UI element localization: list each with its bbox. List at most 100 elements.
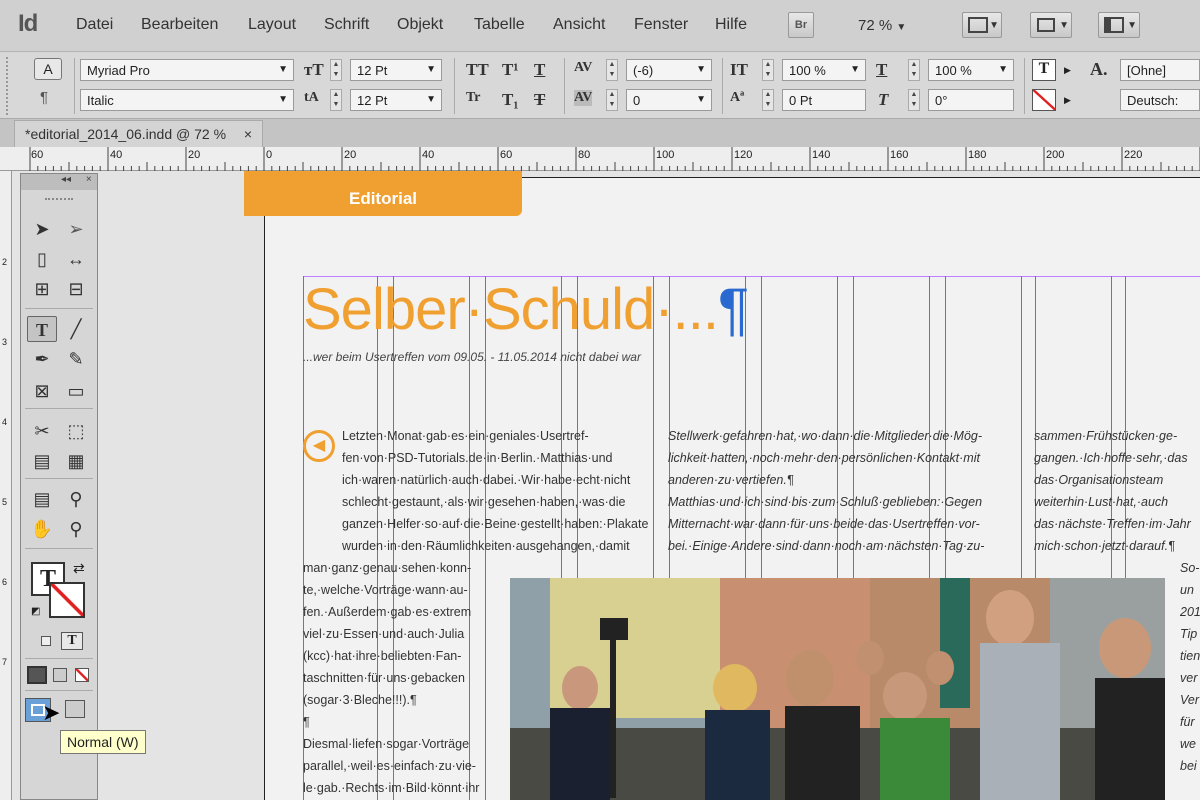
strikethrough-icon[interactable]: T (534, 90, 545, 110)
page-tool-icon[interactable]: ▯ (27, 246, 57, 272)
bridge-button[interactable]: Br (788, 12, 814, 38)
screen-mode-button[interactable]: ▼ (1030, 12, 1072, 38)
tools-panel-header[interactable]: ◂◂ × (21, 174, 97, 190)
stroke-none-swatch[interactable] (1032, 89, 1056, 111)
paragraph-mode-button[interactable]: ¶ (40, 89, 48, 106)
event-photo[interactable] (510, 578, 1165, 800)
free-transform-tool-icon[interactable]: ⬚ (61, 418, 91, 444)
gradient-feather-tool-icon[interactable]: ▦ (61, 448, 91, 474)
leading-input[interactable]: 12 Pt ▼ (350, 89, 442, 111)
vertical-scale-input[interactable]: 100 % ▼ (782, 59, 866, 81)
type-tool-icon[interactable]: T (27, 316, 57, 342)
pencil-tool-icon[interactable]: ✎ (61, 346, 91, 372)
preview-mode-button[interactable] (65, 700, 85, 718)
leading-stepper[interactable]: ▲ ▼ (330, 89, 342, 111)
pilcrow-icon: ¶ (40, 89, 49, 106)
line-tool-icon[interactable]: ╱ (61, 316, 91, 342)
rectangle-frame-tool-icon[interactable]: ⊠ (27, 378, 57, 404)
headline[interactable]: Selber·Schuld·...¶ (303, 276, 749, 343)
vertical-ruler[interactable]: 2 3 4 5 6 7 (0, 171, 12, 800)
menu-hilfe[interactable]: Hilfe (715, 16, 747, 34)
body-column-4[interactable]: So- un 201 Tip tien ver Ver für we bei (1180, 557, 1200, 777)
all-caps-icon[interactable]: TT (466, 60, 489, 80)
kerning-input[interactable]: (-6) ▼ (626, 59, 712, 81)
body-column-3[interactable]: sammen·Frühstücken·ge- gangen.·Ich·hoffe… (1034, 425, 1191, 557)
horizontal-scale-stepper[interactable]: ▲ ▼ (908, 59, 920, 81)
body-column-2[interactable]: Stellwerk·gefahren·hat,·wo·dann·die·Mitg… (668, 425, 984, 557)
photo-illustration (510, 578, 1165, 800)
default-colors-icon[interactable]: ◩ (31, 606, 40, 617)
font-size-input[interactable]: 12 Pt ▼ (350, 59, 442, 81)
close-icon[interactable]: × (86, 174, 92, 185)
kerning-stepper[interactable]: ▲ ▼ (606, 59, 618, 81)
language-select[interactable]: Deutsch: 200 (1120, 89, 1200, 111)
formatting-text-icon[interactable]: T (61, 632, 83, 650)
document-tab[interactable]: *editorial_2014_06.indd @ 72 % × (14, 120, 264, 147)
menu-bearbeiten[interactable]: Bearbeiten (141, 16, 218, 34)
menu-tabelle[interactable]: Tabelle (474, 16, 525, 34)
close-icon[interactable]: × (244, 126, 252, 142)
menu-objekt[interactable]: Objekt (397, 16, 443, 34)
menu-schrift[interactable]: Schrift (324, 16, 369, 34)
hand-tool-icon[interactable]: ✋ (27, 516, 57, 542)
underline-icon[interactable]: T (534, 60, 545, 80)
font-style-select[interactable]: Italic ▼ (80, 89, 294, 111)
chevron-down-icon: ▼ (426, 64, 436, 75)
rectangle-tool-icon[interactable]: ▭ (61, 378, 91, 404)
apply-gradient-icon[interactable] (53, 668, 67, 682)
character-mode-button[interactable]: A (34, 58, 62, 80)
body-column-1[interactable]: man·ganz·genau·sehen·konn- te,·welche·Vo… (303, 557, 479, 799)
character-style-select[interactable]: [Ohne] (1120, 59, 1200, 81)
ruler-label: 80 (578, 149, 591, 161)
ruler-label: 40 (110, 149, 123, 161)
chevron-down-icon: ▼ (896, 22, 907, 33)
baseline-shift-stepper[interactable]: ▲ ▼ (762, 89, 774, 111)
vertical-scale-stepper[interactable]: ▲ ▼ (762, 59, 774, 81)
direct-selection-tool-icon[interactable]: ➢ (61, 216, 91, 242)
panel-grip[interactable] (6, 57, 12, 115)
tracking-input[interactable]: 0 ▼ (626, 89, 712, 111)
scissors-tool-icon[interactable]: ✂ (27, 418, 57, 444)
selection-tool-icon[interactable]: ➤ (27, 216, 57, 242)
menu-ansicht[interactable]: Ansicht (553, 16, 605, 34)
chevron-right-icon[interactable]: ▶ (1064, 95, 1071, 106)
eyedropper-tool-icon[interactable]: ⚲ (61, 486, 91, 512)
skew-input[interactable]: 0° (928, 89, 1014, 111)
pen-tool-icon[interactable]: ✒ (27, 346, 57, 372)
menu-fenster[interactable]: Fenster (634, 16, 688, 34)
note-tool-icon[interactable]: ▤ (27, 486, 57, 512)
apply-color-icon[interactable] (27, 666, 47, 684)
gap-tool-icon[interactable]: ↔ (61, 246, 91, 272)
tracking-stepper[interactable]: ▲ ▼ (606, 89, 618, 111)
font-family-select[interactable]: Myriad Pro ▼ (80, 59, 294, 81)
text-fill-swatch[interactable]: T (1032, 59, 1056, 81)
gradient-swatch-tool-icon[interactable]: ▤ (27, 448, 57, 474)
superscript-icon[interactable]: T¹ (502, 60, 518, 80)
font-size-stepper[interactable]: ▲ ▼ (330, 59, 342, 81)
zoom-tool-icon[interactable]: ⚲ (61, 516, 91, 542)
apply-none-icon[interactable] (75, 668, 89, 682)
swap-colors-icon[interactable]: ⇄ (73, 560, 85, 577)
body-column-1-top[interactable]: Letzten·Monat·gab·es·ein·geniales·Usertr… (342, 425, 648, 557)
content-collector-icon[interactable]: ⊞ (27, 276, 57, 302)
view-options-button[interactable]: ▼ (962, 12, 1002, 38)
subline[interactable]: ...wer beim Usertreffen vom 09.05. - 11.… (303, 350, 641, 364)
baseline-shift-input[interactable]: 0 Pt (782, 89, 866, 111)
ruler-label: 120 (734, 149, 753, 161)
menu-datei[interactable]: Datei (76, 16, 113, 34)
subscript-icon[interactable]: T₁ (502, 90, 518, 110)
collapse-icon[interactable]: ◂◂ (61, 174, 71, 185)
arrange-documents-button[interactable]: ▼ (1098, 12, 1140, 38)
horizontal-ruler[interactable]: 60 40 20 0 20 40 60 80 100 120 140 160 1… (0, 147, 1200, 171)
horizontal-scale-input[interactable]: 100 % ▼ (928, 59, 1014, 81)
content-placer-icon[interactable]: ⊟ (61, 276, 91, 302)
menu-layout[interactable]: Layout (248, 16, 296, 34)
formatting-container-icon[interactable] (41, 636, 51, 646)
stroke-swatch[interactable] (49, 582, 85, 618)
chevron-right-icon[interactable]: ▶ (1064, 65, 1071, 76)
small-caps-icon[interactable]: Tr (466, 90, 481, 106)
zoom-level[interactable]: 72 % ▼ (858, 17, 906, 34)
panel-grip[interactable] (45, 198, 73, 202)
skew-stepper[interactable]: ▲ ▼ (908, 89, 920, 111)
ruler-label: 5 (2, 497, 8, 507)
